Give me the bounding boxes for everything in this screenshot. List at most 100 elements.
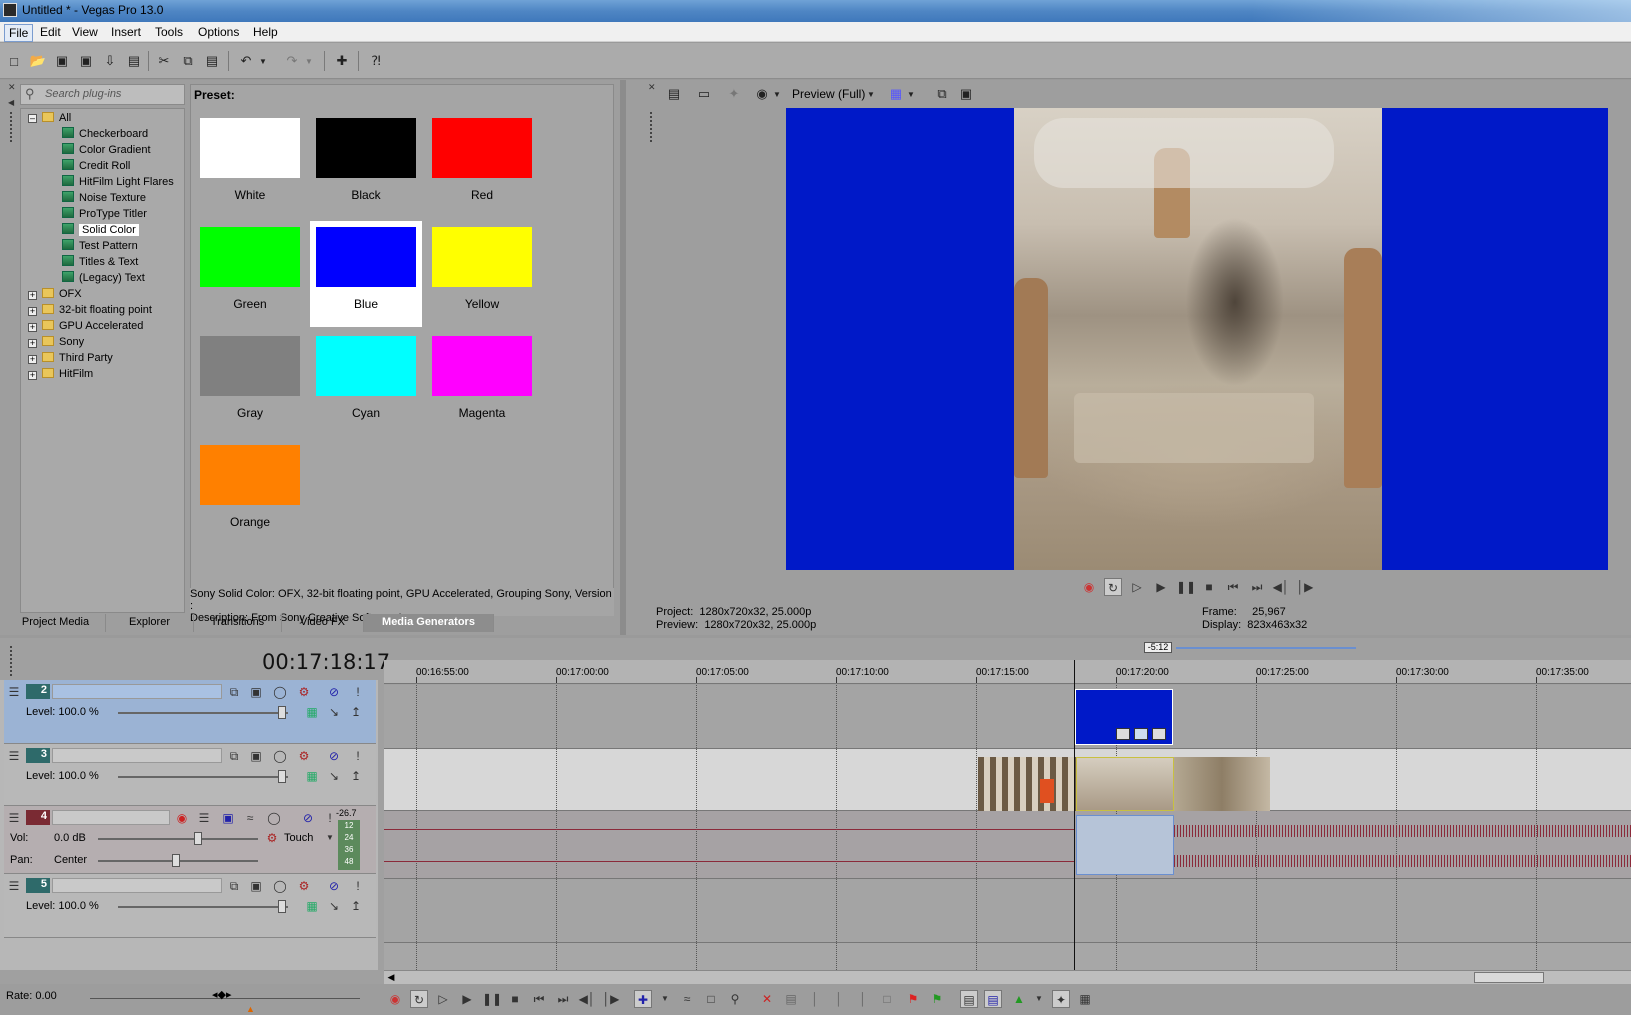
audio-waveform-left[interactable] — [1174, 825, 1631, 837]
lock-envelopes-icon[interactable]: ▤ — [984, 990, 1002, 1008]
expand-third-party-toggle[interactable]: + — [28, 355, 37, 364]
preset-magenta[interactable]: Magenta — [426, 330, 538, 436]
preset-white[interactable]: White — [194, 112, 306, 218]
automation-icon[interactable]: ≈ — [242, 810, 258, 826]
play-from-start-icon[interactable]: ▷ — [434, 990, 452, 1008]
menu-view[interactable]: View — [68, 24, 102, 40]
video-fx-icon[interactable]: ✦ — [724, 84, 744, 104]
video-clip-3[interactable] — [1174, 757, 1270, 811]
composite-child-icon[interactable]: ▦ — [304, 768, 320, 784]
preset-blue[interactable]: Blue — [310, 221, 422, 327]
overlays-icon[interactable]: ▦ — [886, 84, 906, 104]
mute-icon[interactable]: ⊘ — [300, 810, 316, 826]
automation-mode-select[interactable]: Touch — [284, 832, 313, 844]
solo-icon[interactable]: ! — [350, 684, 366, 700]
track-name-field[interactable] — [52, 878, 222, 893]
save-as-icon[interactable]: ▣ — [76, 51, 96, 71]
timeline-horizontal-scrollbar[interactable]: ◀ — [384, 970, 1631, 984]
track-fx-icon[interactable]: ▣ — [248, 748, 264, 764]
selection-tool-icon[interactable]: □ — [702, 990, 720, 1008]
preset-black[interactable]: Black — [310, 112, 422, 218]
track-fx-icon[interactable]: ▣ — [248, 878, 264, 894]
search-plugins-input[interactable]: ⚲ Search plug-ins — [20, 84, 185, 105]
delete-icon[interactable]: ✕ — [758, 990, 776, 1008]
track-level-slider[interactable] — [118, 906, 288, 908]
track-header-3[interactable]: ☰ 3 ⧉ ▣ ◯ ⚙ ⊘ ! Level: 100.0 % ▦ ↘ ↥ — [4, 744, 376, 806]
paste-icon[interactable]: ▤ — [202, 51, 222, 71]
lane-track-4[interactable] — [384, 811, 1631, 879]
event-grouping-icon[interactable]: ▦ — [1076, 990, 1094, 1008]
track-header-5[interactable]: ☰ 5 ⧉ ▣ ◯ ⚙ ⊘ ! Level: 100.0 % ▦ ↘ ↥ — [4, 874, 376, 938]
menu-insert[interactable]: Insert — [107, 24, 145, 40]
solo-icon[interactable]: ! — [350, 878, 366, 894]
track-level-knob[interactable] — [278, 900, 286, 913]
undo-dropdown-icon[interactable]: ▼ — [258, 51, 268, 71]
preset-cyan[interactable]: Cyan — [310, 330, 422, 436]
tree-item-protype-titler[interactable]: ProType Titler — [62, 207, 147, 222]
stop-icon[interactable]: ■ — [1200, 578, 1218, 596]
tree-folder-all[interactable]: All — [42, 111, 71, 126]
insert-region-icon[interactable]: ⚑ — [928, 990, 946, 1008]
track-name-field[interactable] — [52, 748, 222, 763]
preset-red[interactable]: Red — [426, 112, 538, 218]
tree-folder-32bit[interactable]: 32-bit floating point — [42, 303, 152, 318]
zoom-tool-icon[interactable]: ⚲ — [726, 990, 744, 1008]
trim-icon[interactable]: ▤ — [782, 990, 800, 1008]
project-properties-icon[interactable]: ▤ — [664, 84, 684, 104]
make-child-icon[interactable]: ↘ — [326, 768, 342, 784]
overlays-dropdown-icon[interactable]: ▼ — [906, 84, 916, 104]
undo-icon[interactable]: ↶ — [236, 51, 256, 71]
copy-icon[interactable]: ⧉ — [178, 51, 198, 71]
tree-folder-hitfilm[interactable]: HitFilm — [42, 367, 93, 382]
previous-frame-icon[interactable]: ◀│ — [1272, 578, 1290, 596]
preset-orange[interactable]: Orange — [194, 439, 306, 545]
input-monitor-icon[interactable]: ☰ — [196, 810, 212, 826]
loop-icon[interactable]: ↻ — [1104, 578, 1122, 596]
scroll-left-icon[interactable]: ◀ — [384, 971, 398, 984]
tree-item-checkerboard[interactable]: Checkerboard — [62, 127, 148, 142]
panel-close-icon[interactable]: ✕ — [8, 83, 16, 92]
tree-folder-ofx[interactable]: OFX — [42, 287, 82, 302]
track-name-field[interactable] — [52, 684, 222, 699]
track-level-knob[interactable] — [278, 770, 286, 783]
expand-32bit-toggle[interactable]: + — [28, 307, 37, 316]
play-icon[interactable]: ▶ — [1152, 578, 1170, 596]
track-menu-icon[interactable]: ☰ — [6, 684, 22, 700]
arm-record-icon[interactable]: ◉ — [174, 810, 190, 826]
track-name-field[interactable] — [52, 810, 170, 825]
playhead-cursor[interactable] — [1074, 660, 1075, 970]
volume-knob[interactable] — [194, 832, 202, 845]
solid-color-clip[interactable] — [1075, 689, 1173, 745]
ripple-dropdown-icon[interactable]: ▼ — [1030, 990, 1048, 1008]
external-monitor-icon[interactable]: ▭ — [694, 84, 714, 104]
split-screen-dropdown-icon[interactable]: ▼ — [772, 84, 782, 104]
make-parent-icon[interactable]: ↥ — [348, 768, 364, 784]
split-screen-icon[interactable]: ◉ — [752, 84, 772, 104]
stop-icon[interactable]: ■ — [506, 990, 524, 1008]
track-routing-icon[interactable]: ◯ — [266, 810, 282, 826]
edit-tool-dropdown-icon[interactable]: ▼ — [656, 990, 674, 1008]
compositing-mode-icon[interactable]: ◯ — [272, 748, 288, 764]
mute-icon[interactable]: ⊘ — [326, 748, 342, 764]
audio-waveform-right[interactable] — [1174, 855, 1631, 867]
automation-settings-icon[interactable]: ⚙ — [264, 830, 280, 846]
insert-marker-icon[interactable]: ⚑ — [904, 990, 922, 1008]
panel-menu-icon[interactable]: ◀ — [8, 99, 14, 107]
record-icon[interactable]: ◉ — [386, 990, 404, 1008]
redo-icon[interactable]: ↷ — [282, 51, 302, 71]
tree-item-solid-color[interactable]: Solid Color — [62, 223, 139, 238]
make-child-icon[interactable]: ↘ — [326, 704, 342, 720]
tree-item-legacy-text[interactable]: (Legacy) Text — [62, 271, 145, 286]
tree-item-credit-roll[interactable]: Credit Roll — [62, 159, 130, 174]
track-level-knob[interactable] — [278, 706, 286, 719]
pan-knob[interactable] — [172, 854, 180, 867]
make-parent-icon[interactable]: ↥ — [348, 898, 364, 914]
expand-gpu-toggle[interactable]: + — [28, 323, 37, 332]
preview-grip[interactable] — [650, 112, 656, 142]
tree-item-noise-texture[interactable]: Noise Texture — [62, 191, 146, 206]
tree-folder-gpu[interactable]: GPU Accelerated — [42, 319, 143, 334]
composite-child-icon[interactable]: ▦ — [304, 898, 320, 914]
menu-edit[interactable]: Edit — [36, 24, 65, 40]
track-motion-icon[interactable]: ⧉ — [226, 878, 242, 894]
preset-green[interactable]: Green — [194, 221, 306, 327]
